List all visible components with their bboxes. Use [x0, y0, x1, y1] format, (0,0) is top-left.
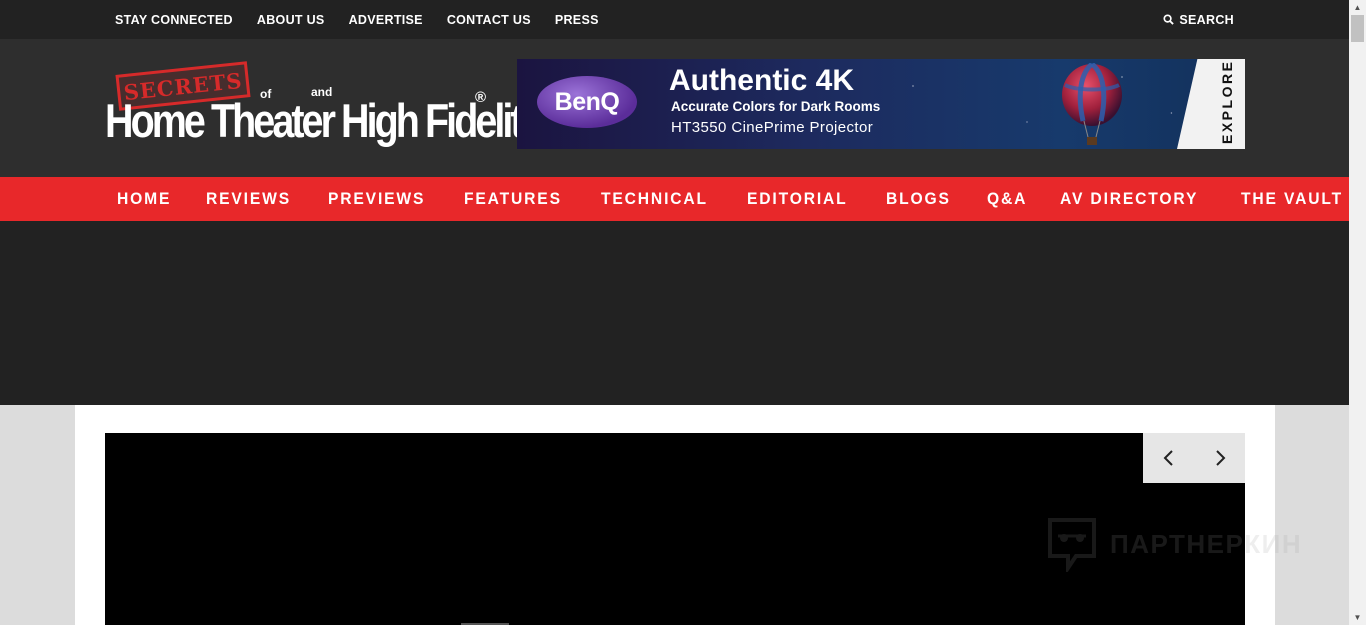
search-label: SEARCH	[1179, 12, 1234, 27]
scroll-down-arrow-icon[interactable]: ▼	[1349, 610, 1366, 625]
ad-subhead: Accurate Colors for Dark Rooms	[671, 99, 881, 114]
top-nav-contact-us[interactable]: CONTACT US	[447, 13, 531, 27]
top-nav-press[interactable]: PRESS	[555, 13, 599, 27]
scroll-up-arrow-icon[interactable]: ▲	[1349, 0, 1366, 15]
nav-home[interactable]: HOME	[117, 189, 171, 209]
site-logo[interactable]: SECRETS of and Home Theater High Fidelit…	[105, 59, 543, 154]
watermark-text: ПАРТНЕРКИН	[1110, 528, 1303, 559]
slider-controls	[1143, 433, 1245, 483]
nav-the-vault[interactable]: THE VAULT	[1241, 189, 1343, 209]
ad-product: HT3550 CinePrime Projector	[671, 119, 874, 136]
nav-previews[interactable]: PREVIEWS	[328, 189, 425, 209]
vertical-scrollbar[interactable]: ▲ ▼	[1349, 0, 1366, 625]
nav-editorial[interactable]: EDITORIAL	[747, 189, 848, 209]
ad-brand: BenQ	[554, 87, 620, 116]
nav-features[interactable]: FEATURES	[464, 189, 562, 209]
top-utility-bar: STAY CONNECTED ABOUT US ADVERTISE CONTAC…	[0, 0, 1349, 39]
chat-bubble-icon	[1048, 518, 1096, 572]
ad-explore-label: EXPLORE	[1219, 59, 1235, 144]
benq-logo: BenQ	[537, 76, 637, 128]
hot-air-balloon-icon	[1062, 63, 1122, 145]
ad-placeholder-band	[0, 221, 1349, 405]
site-header: SECRETS of and Home Theater High Fidelit…	[0, 39, 1349, 177]
chevron-left-icon	[1163, 450, 1173, 466]
chevron-right-icon	[1215, 450, 1225, 466]
top-nav-advertise[interactable]: ADVERTISE	[349, 13, 423, 27]
ad-starfield	[837, 59, 1217, 149]
slider-prev-button[interactable]	[1143, 433, 1194, 483]
nav-av-directory[interactable]: AV DIRECTORY	[1060, 189, 1198, 209]
registered-mark: ®	[475, 89, 487, 106]
ad-headline: Authentic 4K	[669, 64, 855, 97]
top-nav-stay-connected[interactable]: STAY CONNECTED	[115, 13, 233, 27]
top-nav-about-us[interactable]: ABOUT US	[257, 13, 325, 27]
nav-qa[interactable]: Q&A	[987, 189, 1027, 209]
nav-blogs[interactable]: BLOGS	[886, 189, 951, 209]
top-nav: STAY CONNECTED ABOUT US ADVERTISE CONTAC…	[115, 0, 623, 39]
main-nav: HOME REVIEWS PREVIEWS FEATURES TECHNICAL…	[0, 177, 1349, 221]
scroll-thumb[interactable]	[1351, 15, 1364, 42]
slider-next-button[interactable]	[1194, 433, 1245, 483]
search-button[interactable]: SEARCH	[1163, 0, 1234, 39]
nav-technical[interactable]: TECHNICAL	[601, 189, 708, 209]
main-content	[75, 405, 1275, 625]
search-icon	[1163, 14, 1175, 25]
watermark: ПАРТНЕРКИН	[1046, 516, 1302, 572]
nav-reviews[interactable]: REVIEWS	[206, 189, 291, 209]
banner-ad[interactable]: BenQ Authentic 4K Accurate Colors for Da…	[517, 59, 1245, 149]
